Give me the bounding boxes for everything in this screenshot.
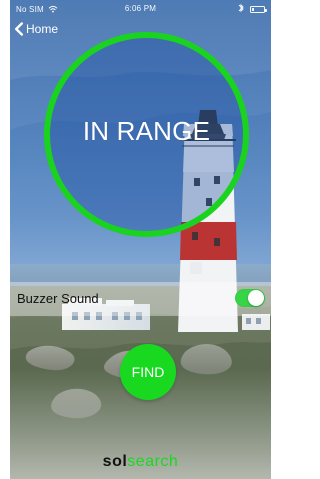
- bluetooth-icon: [238, 3, 246, 15]
- battery-icon: [250, 5, 267, 13]
- sol-search-logo: solsearch: [10, 453, 271, 471]
- buzzer-sound-label: Buzzer Sound: [17, 291, 99, 306]
- status-left: No SIM: [16, 5, 58, 14]
- toggle-knob: [248, 290, 264, 306]
- status-time: 6:06 PM: [124, 4, 157, 13]
- wifi-icon: [48, 5, 58, 13]
- range-status-text: IN RANGE: [82, 116, 211, 146]
- chevron-left-glyph: [15, 22, 23, 36]
- status-right: [238, 3, 267, 15]
- buzzer-sound-toggle[interactable]: [235, 289, 265, 307]
- back-label: Home: [26, 22, 59, 36]
- status-bar: No SIM 6:06 PM: [10, 0, 271, 18]
- bluetooth-glyph: [238, 3, 244, 13]
- wifi-glyph: [48, 5, 58, 13]
- find-button[interactable]: FIND: [120, 344, 176, 400]
- chevron-left-icon: [14, 22, 24, 36]
- logo-search: search: [127, 453, 179, 470]
- back-button[interactable]: Home: [14, 22, 58, 36]
- logo-sol: sol: [102, 453, 128, 470]
- carrier-text: No SIM: [16, 4, 44, 14]
- app-screen: No SIM 6:06 PM Home IN RANGE Buzzer Soun…: [10, 0, 271, 479]
- battery-level: [252, 7, 254, 11]
- buzzer-setting-row: Buzzer Sound: [10, 282, 271, 316]
- range-indicator-ring: IN RANGE: [44, 32, 249, 237]
